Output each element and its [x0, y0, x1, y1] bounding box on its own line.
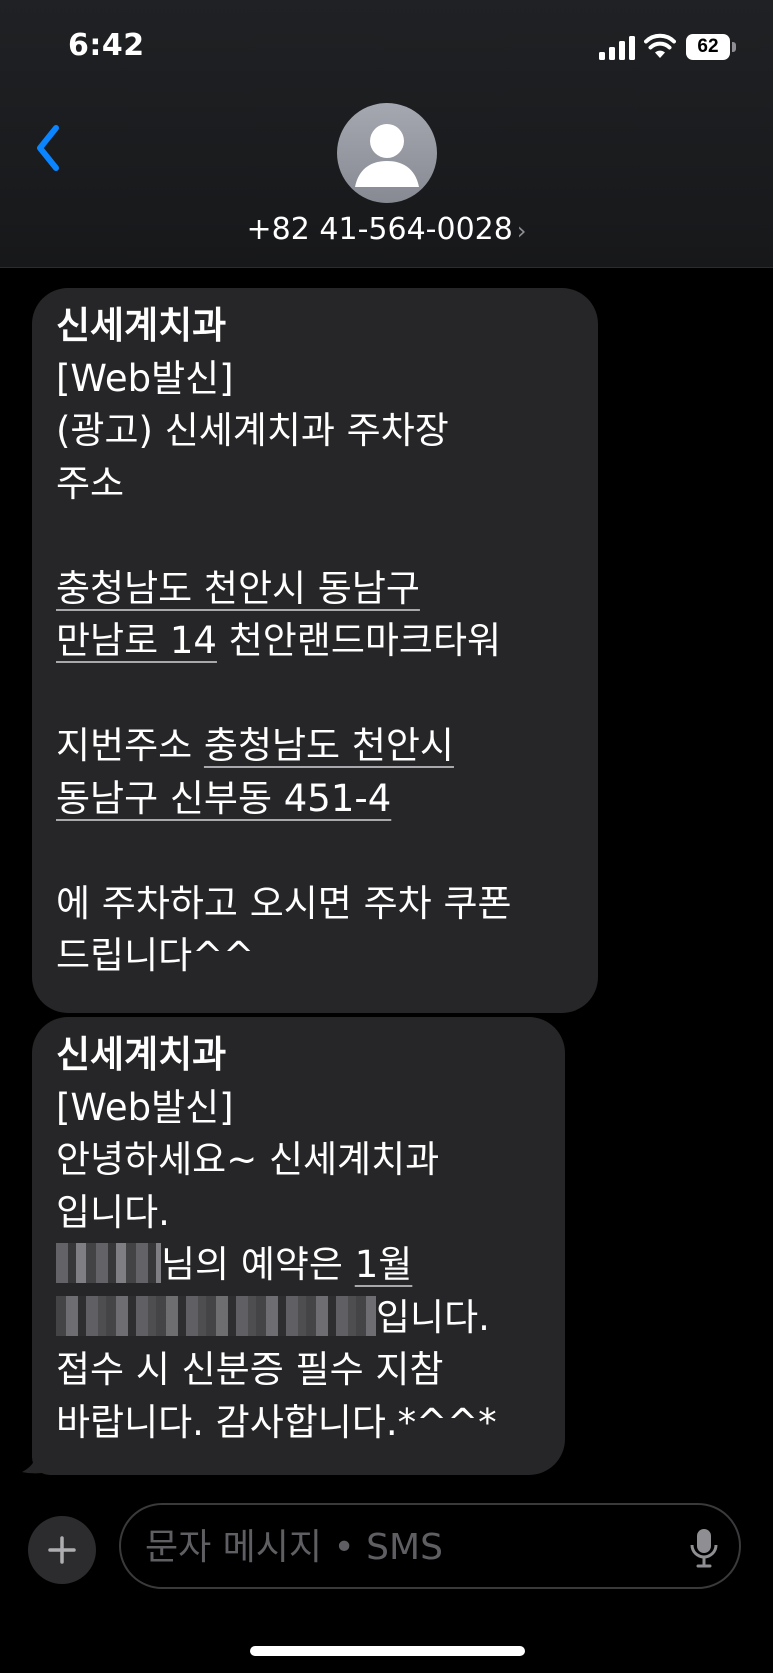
message-link[interactable]: 동남구 신부동 451-4	[56, 777, 391, 820]
message-text: [Web발신]	[56, 356, 234, 400]
status-time: 6:42	[68, 28, 145, 63]
person-icon	[355, 124, 419, 187]
message-text: 에 주차하고 오시면 주차 쿠폰	[56, 881, 512, 925]
home-indicator[interactable]	[250, 1646, 525, 1656]
message-bubble[interactable]: 신세계치과 [Web발신] (광고) 신세계치과 주차장주소충청남도 천안시 동남구…	[32, 288, 598, 1013]
message-line: 님의 예약은 1월	[56, 1239, 541, 1292]
signal-icon	[599, 36, 635, 60]
message-line: 지번주소 충청남도 천안시	[56, 720, 574, 773]
message-text: (광고) 신세계치과 주차장	[56, 409, 449, 452]
chevron-left-icon[interactable]	[30, 122, 66, 174]
add-attachment-button[interactable]	[28, 1516, 96, 1584]
message-bubble[interactable]: 신세계치과 [Web발신] 안녕하세요~ 신세계치과 입니다. 님의 예약은 1월 입니다…	[32, 1017, 565, 1475]
message-line: 안녕하세요~ 신세계치과	[56, 1134, 541, 1187]
message-line: 바랍니다. 감사합니다.*^^*	[56, 1397, 541, 1450]
message-line: 접수 시 신분증 필수 지참	[56, 1344, 541, 1397]
message-line: 주소	[56, 458, 574, 511]
message-line: 만남로 14 천안랜드마크타워	[56, 615, 574, 668]
message-line: 동남구 신부동 451-4	[56, 773, 574, 826]
contact-avatar[interactable]	[337, 103, 437, 203]
message-line: (광고) 신세계치과 주차장	[56, 405, 574, 458]
message-text: 입니다.	[376, 1295, 490, 1339]
message-link[interactable]: 1월	[355, 1243, 413, 1286]
battery-icon: 62	[686, 34, 730, 60]
message-text: 접수 시 신분증 필수 지참	[56, 1348, 444, 1391]
message-link[interactable]: 만남로 14	[56, 619, 217, 662]
messages-screen: 6:42 62 +82 41-564-0028 › 신세계치과 [Web발신] …	[0, 0, 773, 1673]
message-text: 입니다.	[56, 1190, 170, 1234]
message-text: 지번주소	[56, 724, 204, 767]
message-line: 입니다.	[56, 1292, 541, 1345]
message-text: 안녕하세요~ 신세계치과	[56, 1138, 440, 1181]
message-line	[56, 825, 574, 878]
plus-icon	[48, 1536, 76, 1564]
message-line: 에 주차하고 오시면 주차 쿠폰	[56, 878, 574, 931]
message-line: 입니다.	[56, 1187, 541, 1240]
wifi-icon	[644, 33, 676, 58]
message-line	[56, 668, 574, 721]
message-text: [Web발신]	[56, 1085, 234, 1129]
message-line: [Web발신]	[56, 1082, 541, 1135]
bubble-tail	[22, 1440, 56, 1474]
message-link[interactable]: 충청남도 천안시	[204, 724, 454, 767]
microphone-icon[interactable]	[689, 1527, 719, 1569]
conversation-header: 6:42 62 +82 41-564-0028 ›	[0, 0, 773, 268]
message-input[interactable]	[145, 1519, 665, 1575]
message-text: 바랍니다. 감사합니다.*^^*	[56, 1400, 497, 1444]
message-sender: 신세계치과	[56, 304, 227, 347]
message-input-container[interactable]	[119, 1503, 741, 1589]
message-text: 드립니다^^	[56, 934, 255, 977]
chevron-right-icon: ›	[516, 217, 527, 245]
battery-level: 62	[697, 36, 719, 57]
contact-name-button[interactable]: +82 41-564-0028 ›	[0, 212, 773, 247]
redacted-text	[56, 1243, 161, 1283]
redacted-text	[56, 1295, 376, 1336]
message-line	[56, 510, 574, 563]
contact-name: +82 41-564-0028	[246, 212, 513, 247]
message-line: 드립니다^^	[56, 930, 574, 983]
message-line: 신세계치과	[56, 300, 574, 353]
message-sender: 신세계치과	[56, 1033, 227, 1076]
battery-tip	[732, 42, 736, 52]
message-link[interactable]: 충청남도 천안시 동남구	[56, 567, 420, 610]
message-text: 님의 예약은	[161, 1243, 355, 1286]
message-line: 충청남도 천안시 동남구	[56, 563, 574, 616]
message-text: 주소	[56, 461, 125, 505]
message-line: 신세계치과	[56, 1029, 541, 1082]
message-text: 천안랜드마크타워	[216, 619, 502, 662]
status-bar: 6:42 62	[0, 0, 773, 100]
message-line: [Web발신]	[56, 353, 574, 406]
